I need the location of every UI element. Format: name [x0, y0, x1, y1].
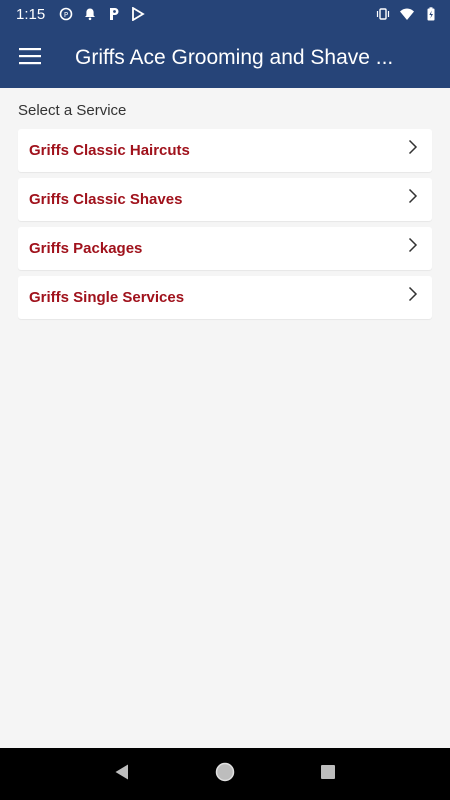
service-list: Griffs Classic Haircuts Griffs Classic S… [18, 129, 432, 319]
recents-icon [319, 763, 337, 786]
service-item-packages[interactable]: Griffs Packages [18, 227, 432, 270]
wifi-icon [400, 7, 414, 21]
battery-charging-icon [424, 7, 438, 21]
status-system-icons [376, 7, 438, 21]
service-item-single-services[interactable]: Griffs Single Services [18, 276, 432, 319]
service-label: Griffs Packages [29, 240, 143, 257]
service-item-classic-shaves[interactable]: Griffs Classic Shaves [18, 178, 432, 221]
main-content: Select a Service Griffs Classic Haircuts… [0, 88, 450, 748]
app-bar: Griffs Ace Grooming and Shave ... [0, 28, 450, 88]
page-title: Griffs Ace Grooming and Shave ... [75, 46, 394, 69]
menu-button[interactable] [0, 28, 60, 88]
play-store-icon [131, 7, 145, 21]
service-label: Griffs Classic Shaves [29, 191, 183, 208]
system-navigation-bar [0, 748, 450, 800]
back-icon [113, 763, 131, 786]
hamburger-menu-icon [19, 47, 41, 70]
vibrate-icon [376, 7, 390, 21]
data-saver-icon: P [59, 7, 73, 21]
section-label: Select a Service [18, 102, 127, 119]
home-icon [214, 761, 236, 788]
service-label: Griffs Single Services [29, 289, 185, 306]
chevron-right-icon [408, 138, 420, 156]
back-button[interactable] [102, 754, 142, 794]
status-bar: 1:15 P [0, 0, 450, 28]
chevron-right-icon [408, 187, 420, 205]
parking-app-icon [107, 7, 121, 21]
svg-text:P: P [64, 11, 68, 19]
status-time: 1:15 [16, 5, 46, 23]
chevron-right-icon [408, 285, 420, 303]
service-label: Griffs Classic Haircuts [29, 142, 190, 159]
notification-bell-icon [83, 7, 97, 21]
chevron-right-icon [408, 236, 420, 254]
recents-button[interactable] [308, 754, 348, 794]
status-notification-icons: P [59, 7, 145, 21]
home-button[interactable] [205, 754, 245, 794]
service-item-classic-haircuts[interactable]: Griffs Classic Haircuts [18, 129, 432, 172]
